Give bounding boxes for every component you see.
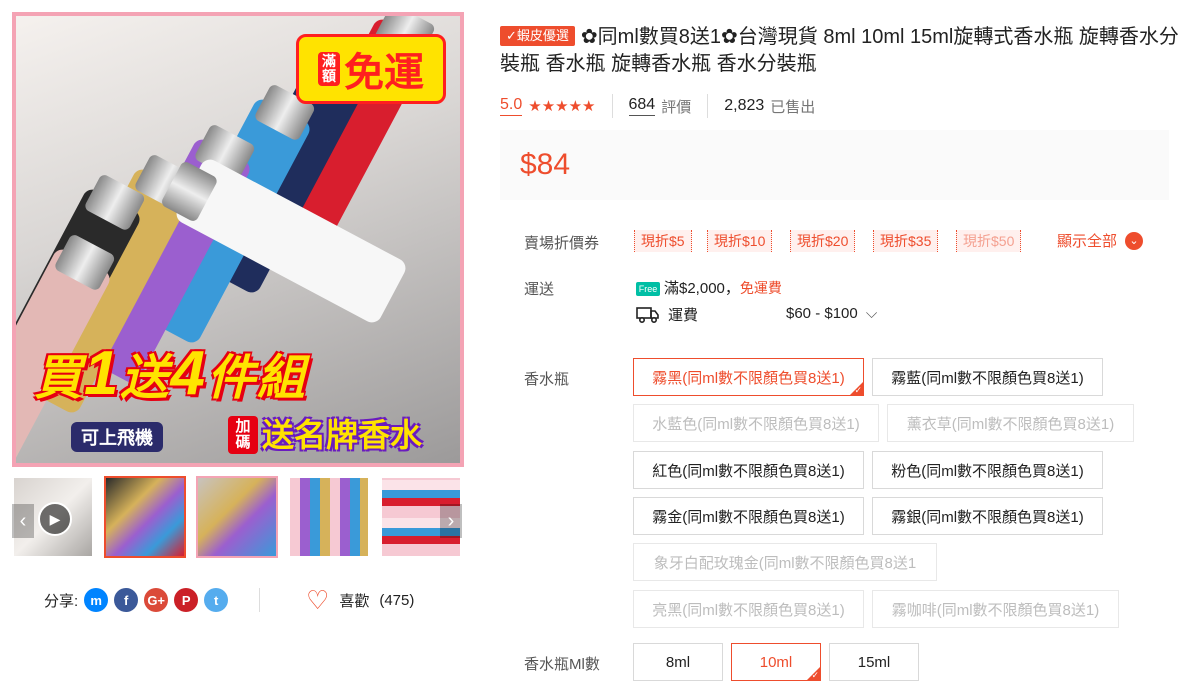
- thumbnail-next-button[interactable]: ›: [440, 504, 462, 538]
- variant-option[interactable]: 霧金(同ml數不限顏色買8送1): [633, 497, 864, 535]
- variant-option: 象牙白配玫瑰金(同ml數不限顏色買8送1: [633, 543, 937, 581]
- shipping-label: 運送: [524, 281, 555, 298]
- variant-option[interactable]: 霧銀(同ml數不限顏色買8送1): [872, 497, 1103, 535]
- reviews-label: 評價: [661, 98, 692, 116]
- messenger-icon[interactable]: m: [84, 588, 109, 612]
- free-shipping-icon: Free: [636, 282, 660, 296]
- heart-icon[interactable]: ♡: [306, 587, 329, 613]
- variant-option-label: 霧藍(同ml數不限顏色買8送1): [891, 369, 1084, 387]
- voucher-chip[interactable]: 現折$10: [707, 230, 773, 252]
- facebook-icon[interactable]: f: [114, 588, 139, 612]
- like-button[interactable]: ♡ 喜歡 (475): [306, 587, 415, 613]
- variant-option-label: 霧金(同ml數不限顏色買8送1): [652, 508, 845, 526]
- variant-option-label: 紅色(同ml數不限顏色買8送1): [652, 462, 845, 480]
- rating-value[interactable]: 5.0: [500, 96, 523, 116]
- variant-option: 水藍色(同ml數不限顏色買8送1): [633, 404, 879, 442]
- variant-option-label: 水藍色(同ml數不限顏色買8送1): [652, 415, 860, 433]
- promo-plus-text: 加碼: [228, 416, 258, 454]
- vouchers-label: 賣場折價券: [524, 235, 600, 252]
- show-all-label: 顯示全部: [1057, 233, 1118, 250]
- variant-option: 霧咖啡(同ml數不限顏色買8送1): [872, 590, 1119, 628]
- voucher-chip[interactable]: 現折$20: [790, 230, 856, 252]
- share-like-divider: [259, 588, 260, 612]
- free-shipping-big-text: 免運: [344, 51, 424, 95]
- promo-num2-text: 4: [170, 339, 207, 408]
- free-shipping-badge: 滿額 免運: [296, 34, 446, 104]
- chevron-right-icon: ›: [447, 509, 455, 532]
- twitter-icon[interactable]: t: [204, 588, 229, 612]
- product-stats: 5.0 ★★★★★ 684 評價 2,823 已售出: [500, 94, 815, 118]
- price-box: $84: [500, 130, 1169, 200]
- size-option[interactable]: 10ml ✓: [731, 643, 821, 681]
- variant-option-label: 象牙白配玫瑰金(同ml數不限顏色買8送1: [653, 554, 917, 572]
- preferred-badge: ✓蝦皮優選: [500, 26, 575, 46]
- free-shipping-text: 免運費: [739, 280, 782, 296]
- size-option-label: 15ml: [857, 653, 891, 671]
- promo-plane-text: 可上飛機: [71, 422, 163, 452]
- share-row: 分享: m f G+ P t: [44, 588, 229, 612]
- shipping-fee-range: $60 - $100: [786, 305, 858, 322]
- product-main-image[interactable]: 滿額 免運 買1送4件組 可上飛機 加碼 送名牌香水: [12, 12, 464, 467]
- variant-option-label: 霧咖啡(同ml數不限顏色買8送1): [891, 601, 1100, 619]
- shipping-fee-row: 運費: [636, 304, 698, 325]
- size-option[interactable]: 15ml: [829, 643, 919, 681]
- reviews-count[interactable]: 684: [628, 96, 656, 116]
- free-shipping-threshold: 滿$2,000，: [664, 280, 740, 297]
- size-option-label: 10ml: [759, 653, 793, 671]
- sold-label: 已售出: [770, 98, 816, 116]
- thumbnail-image-2[interactable]: [196, 476, 278, 558]
- thumbnail-image-1[interactable]: [104, 476, 186, 558]
- voucher-chip[interactable]: 現折$50: [956, 230, 1022, 252]
- promo-gift-text: 送名牌香水: [262, 417, 423, 453]
- size-variant-label: 香水瓶Ml數: [524, 656, 600, 673]
- variant-option: 薰衣草(同ml數不限顏色買8送1): [887, 404, 1134, 442]
- share-label: 分享:: [44, 592, 79, 610]
- product-title-text: ✿同ml數買8送1✿台灣現貨 8ml 10ml 15ml旋轉式香水瓶 旋轉香水分…: [500, 26, 1179, 75]
- shipping-fee-dropdown[interactable]: $60 - $100 ⌵: [786, 305, 877, 322]
- size-option[interactable]: 8ml: [633, 643, 723, 681]
- shipping-fee-label: 運費: [668, 307, 699, 324]
- variant-option-label: 霧銀(同ml數不限顏色買8送1): [891, 508, 1084, 526]
- promo-num1-text: 1: [84, 339, 121, 408]
- chevron-down-icon: ⌄: [1125, 231, 1144, 250]
- sold-count: 2,823: [724, 97, 765, 114]
- like-count: (475): [379, 591, 415, 609]
- variant-option[interactable]: 霧藍(同ml數不限顏色買8送1): [872, 358, 1103, 396]
- chevron-down-icon: ⌵: [865, 305, 878, 322]
- product-price: $84: [520, 148, 571, 181]
- check-icon: ✓: [811, 670, 819, 680]
- promo-buy-text: 買: [34, 352, 85, 405]
- thumbnail-prev-button[interactable]: ‹: [12, 504, 34, 538]
- google-plus-icon[interactable]: G+: [144, 588, 169, 612]
- product-page: 滿額 免運 買1送4件組 可上飛機 加碼 送名牌香水 ▶ ‹ › 分享: m f…: [0, 0, 1198, 695]
- rating-stars-icon: ★★★★★: [528, 98, 596, 115]
- promo-set-text: 件組: [207, 352, 308, 405]
- voucher-chip[interactable]: 現折$5: [634, 230, 692, 252]
- like-label: 喜歡: [339, 592, 370, 610]
- voucher-chip[interactable]: 現折$35: [873, 230, 939, 252]
- variant-option[interactable]: 霧黑(同ml數不限顏色買8送1) ✓: [633, 358, 864, 396]
- promo-main-text: 買1送4件組: [34, 338, 307, 409]
- variant-option-label: 粉色(同ml數不限顏色買8送1): [891, 462, 1084, 480]
- variant-option[interactable]: 紅色(同ml數不限顏色買8送1): [633, 451, 864, 489]
- variant-option[interactable]: 粉色(同ml數不限顏色買8送1): [872, 451, 1103, 489]
- thumbnail-strip: ▶ ‹ ›: [12, 476, 464, 560]
- promo-get-text: 送: [120, 352, 171, 405]
- size-option-label: 8ml: [665, 653, 691, 671]
- play-icon[interactable]: ▶: [38, 502, 72, 536]
- chevron-left-icon: ‹: [19, 509, 27, 532]
- free-shipping-small-text: 滿額: [318, 52, 340, 86]
- variant-option-label: 薰衣草(同ml數不限顏色買8送1): [906, 415, 1115, 433]
- variant-option: 亮黑(同ml數不限顏色買8送1): [633, 590, 864, 628]
- bottle-variant-label: 香水瓶: [524, 371, 570, 388]
- show-all-vouchers-button[interactable]: 顯示全部 ⌄: [1057, 230, 1144, 251]
- variant-option-label: 亮黑(同ml數不限顏色買8送1): [652, 601, 845, 619]
- free-shipping-row: Free 滿$2,000，免運費: [636, 277, 782, 298]
- variant-option-label: 霧黑(同ml數不限顏色買8送1): [652, 369, 845, 387]
- product-title: ✓蝦皮優選 ✿同ml數買8送1✿台灣現貨 8ml 10ml 15ml旋轉式香水瓶 …: [500, 24, 1180, 78]
- pinterest-icon[interactable]: P: [174, 588, 199, 612]
- truck-icon: [636, 306, 659, 323]
- thumbnail-image-3[interactable]: [288, 476, 370, 558]
- check-icon: ✓: [854, 385, 862, 395]
